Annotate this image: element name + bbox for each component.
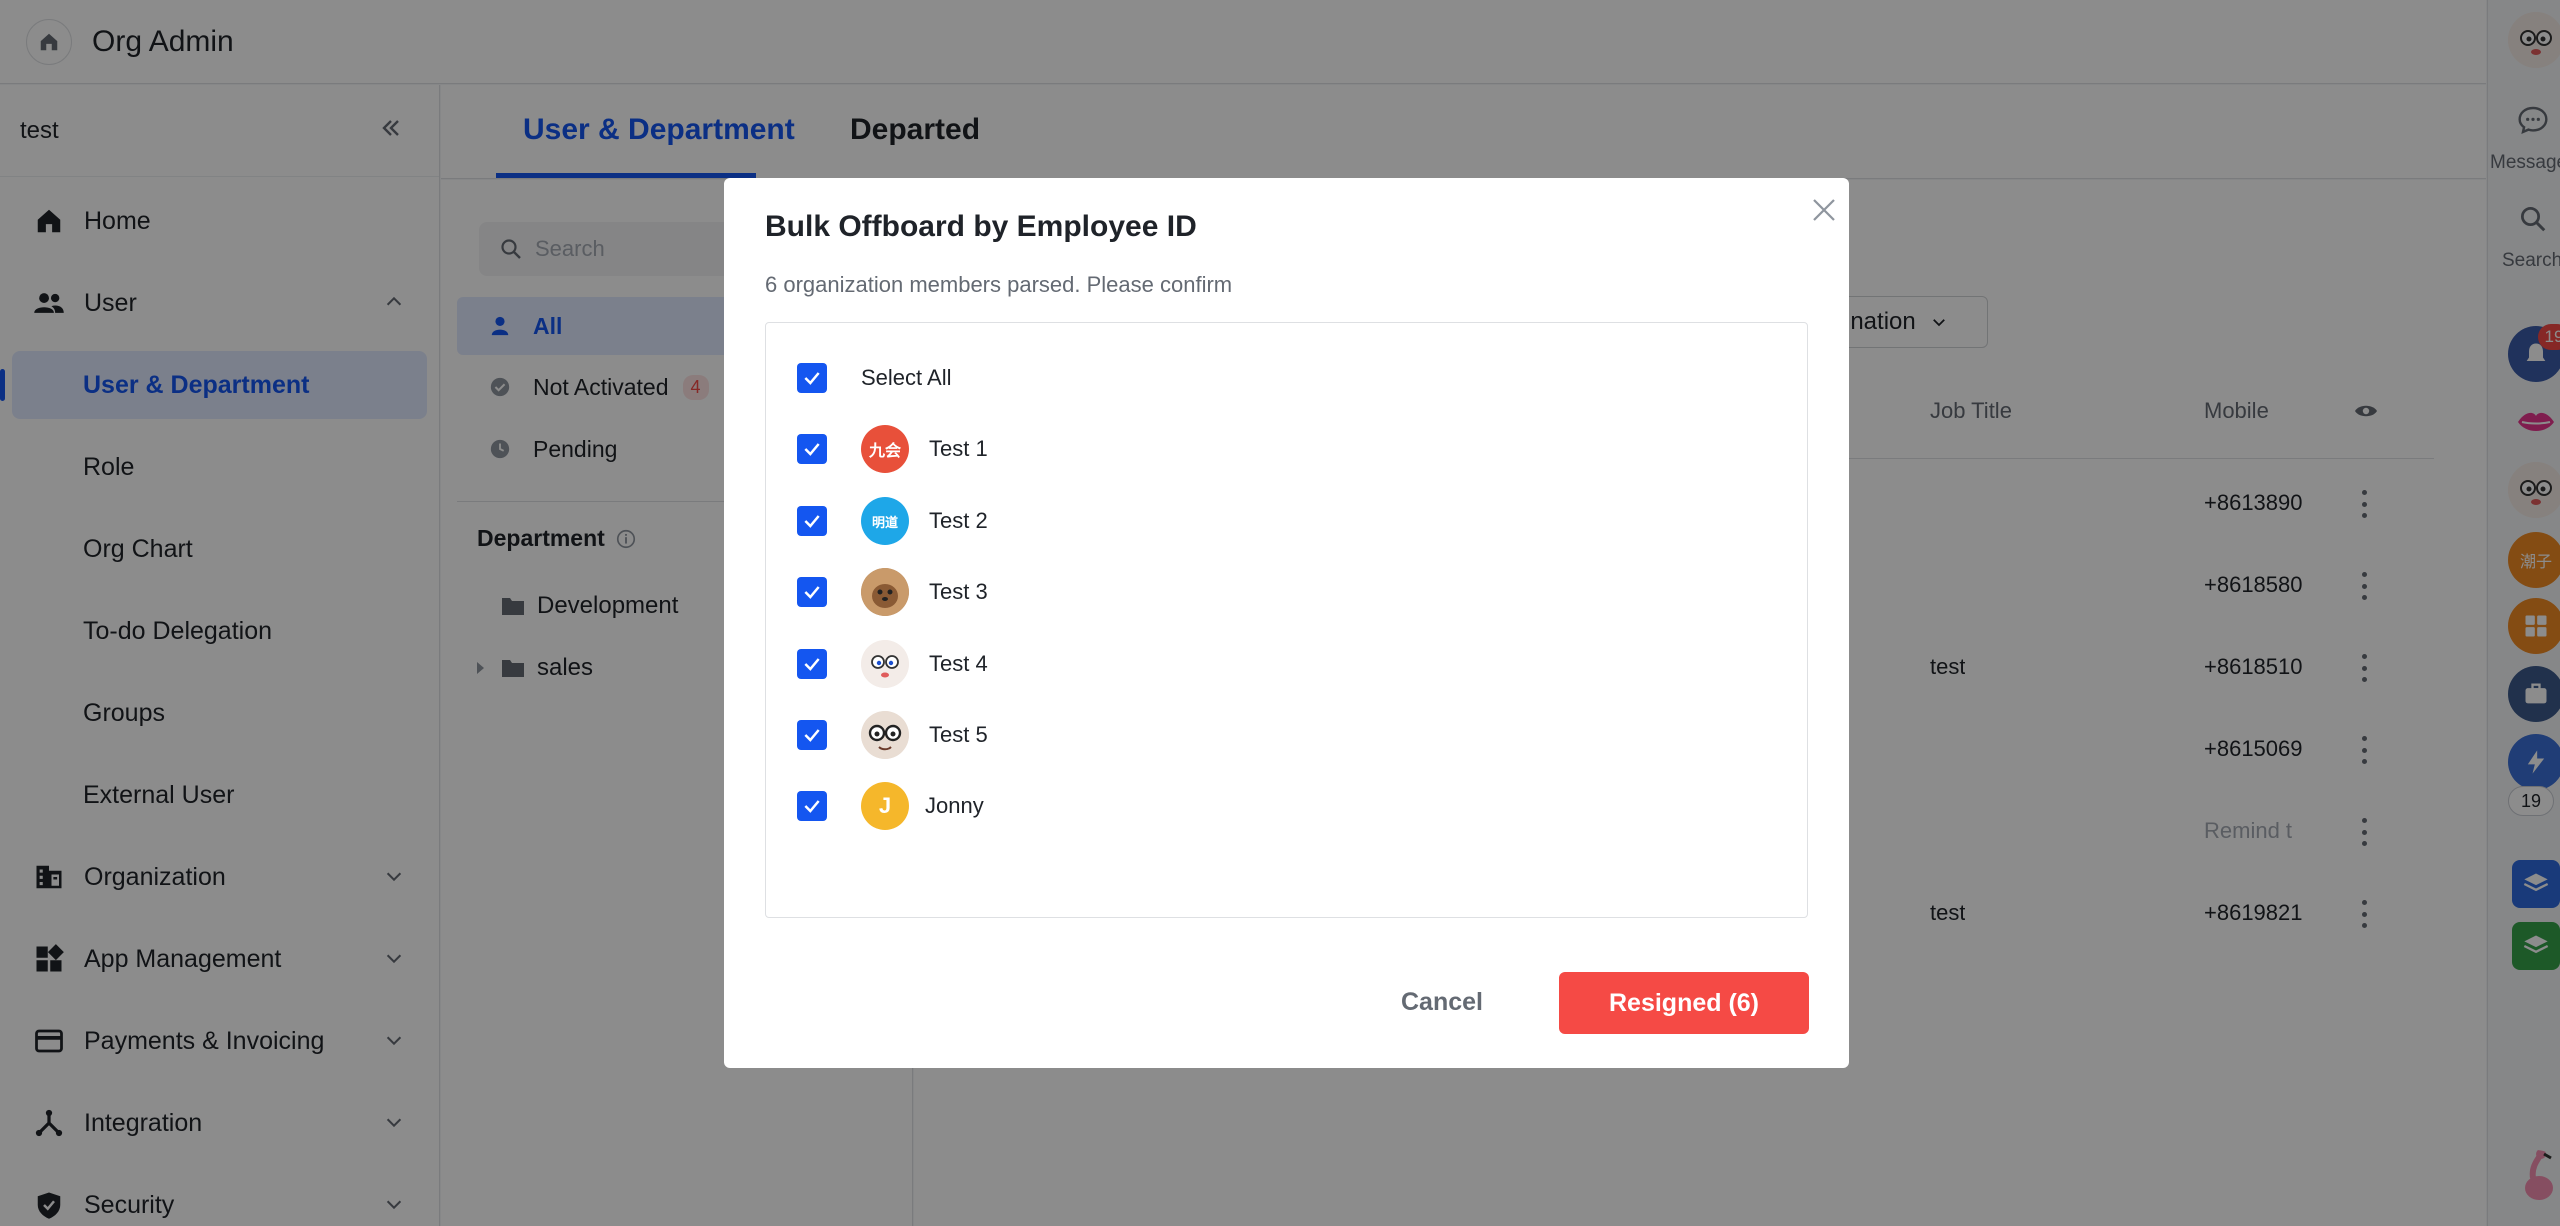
check-icon — [804, 729, 820, 742]
member-row[interactable]: Test 5 — [797, 710, 988, 760]
member-name: Test 5 — [929, 722, 988, 747]
cancel-button[interactable]: Cancel — [1372, 972, 1512, 1032]
dialog-subtitle: 6 organization members parsed. Please co… — [765, 272, 1233, 297]
member-checkbox[interactable] — [797, 649, 827, 679]
member-name: Test 1 — [929, 436, 988, 461]
member-row[interactable]: Test 3 — [797, 567, 988, 617]
close-button[interactable] — [1804, 190, 1844, 230]
glasses-avatar-icon — [861, 711, 909, 759]
check-icon — [804, 443, 820, 456]
member-checkbox[interactable] — [797, 434, 827, 464]
avatar: 明道 — [861, 497, 909, 545]
select-all-checkbox[interactable] — [797, 363, 827, 393]
bulk-offboard-dialog: Bulk Offboard by Employee ID 6 organizat… — [724, 178, 1849, 1068]
check-icon — [804, 515, 820, 528]
member-checkbox[interactable] — [797, 506, 827, 536]
select-all-row[interactable]: Select All — [797, 353, 952, 403]
dog-avatar-icon — [861, 568, 909, 616]
member-row[interactable]: J Jonny — [797, 781, 984, 831]
avatar: 九会 — [861, 425, 909, 473]
avatar — [861, 711, 909, 759]
avatar — [861, 640, 909, 688]
member-checkbox[interactable] — [797, 791, 827, 821]
avatar — [861, 568, 909, 616]
cartoon-avatar-icon — [861, 640, 909, 688]
avatar: J — [861, 782, 909, 830]
dialog-title: Bulk Offboard by Employee ID — [765, 210, 1197, 243]
member-list: Select All 九会 Test 1 明道 Test 2 Test 3 Te… — [765, 322, 1808, 918]
select-all-label: Select All — [861, 365, 952, 390]
member-checkbox[interactable] — [797, 720, 827, 750]
member-name: Test 2 — [929, 508, 988, 533]
check-icon — [804, 800, 820, 813]
close-icon — [1813, 199, 1835, 221]
resigned-confirm-button[interactable]: Resigned (6) — [1559, 972, 1809, 1034]
member-name: Test 4 — [929, 651, 988, 676]
check-icon — [804, 658, 820, 671]
check-icon — [804, 586, 820, 599]
member-name: Jonny — [925, 793, 984, 818]
member-checkbox[interactable] — [797, 577, 827, 607]
member-row[interactable]: 明道 Test 2 — [797, 496, 988, 546]
member-name: Test 3 — [929, 579, 988, 604]
check-icon — [804, 372, 820, 385]
member-row[interactable]: Test 4 — [797, 639, 988, 689]
member-row[interactable]: 九会 Test 1 — [797, 424, 988, 474]
